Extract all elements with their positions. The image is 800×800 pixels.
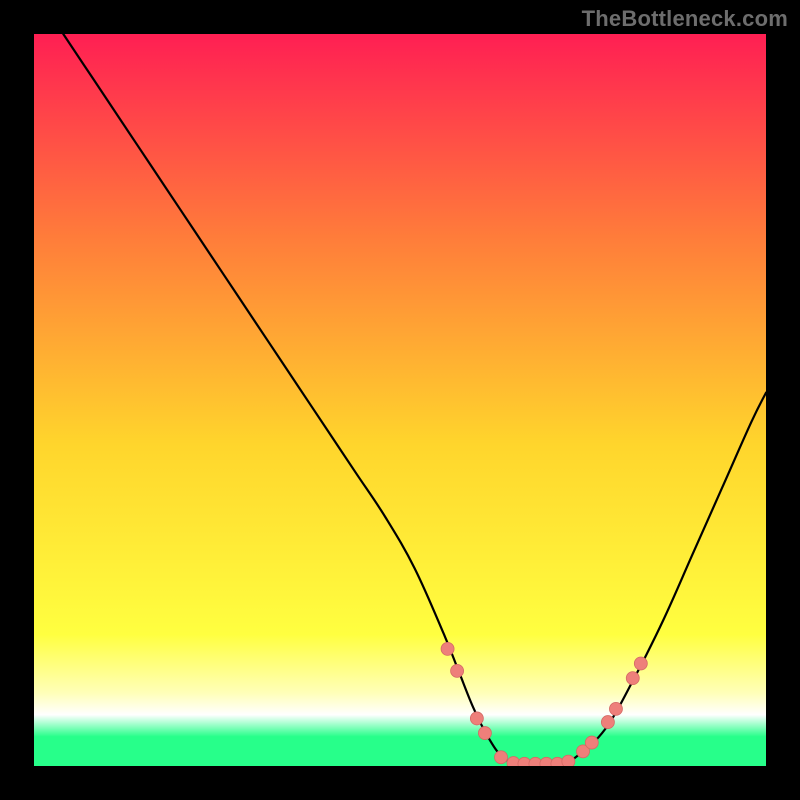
curve-marker [626,672,639,685]
curve-marker [562,755,575,766]
curve-marker [495,751,508,764]
curve-marker [585,736,598,749]
curve-marker [609,702,622,715]
curve-marker [470,712,483,725]
watermark-text: TheBottleneck.com [582,6,788,32]
curve-marker [451,664,464,677]
bottleneck-curve-chart [34,34,766,766]
curve-marker [441,642,454,655]
curve-marker [634,657,647,670]
curve-marker [478,727,491,740]
chart-container: TheBottleneck.com [0,0,800,800]
gradient-background [34,34,766,766]
curve-marker [601,716,614,729]
plot-area [34,34,766,766]
